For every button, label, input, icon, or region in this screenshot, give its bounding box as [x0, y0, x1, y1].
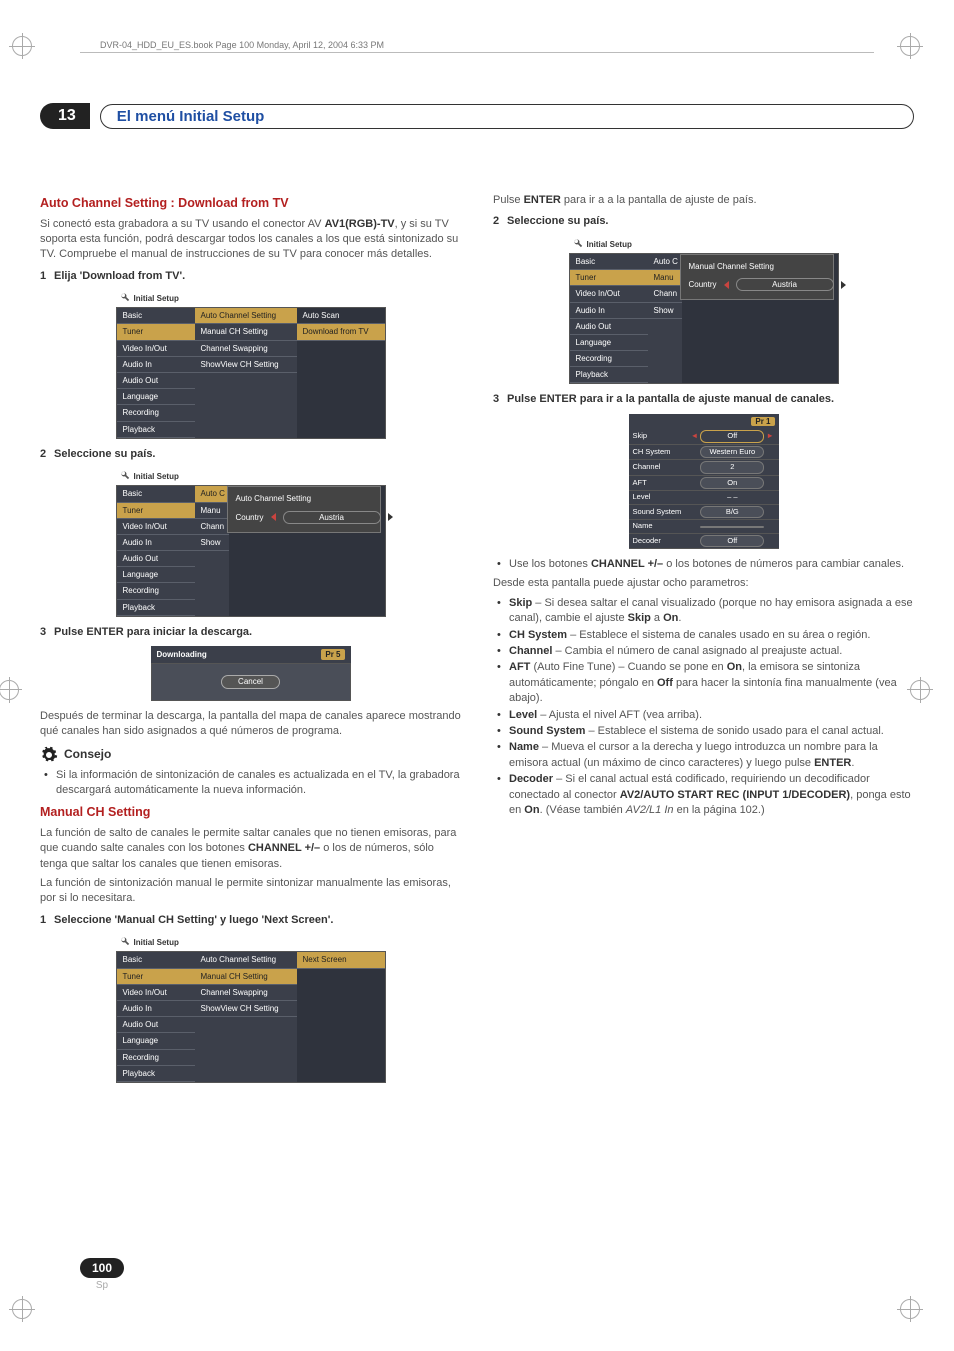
param-name: Name – Mueva el cursor a la derecha y lu…	[497, 740, 914, 771]
manual-ch-p2: La función de sintonización manual le pe…	[40, 876, 461, 907]
wrench-icon	[120, 470, 130, 483]
registration-mark-icon	[906, 676, 934, 704]
wrench-icon	[120, 292, 130, 305]
tip-item: Si la información de sintonización de ca…	[44, 768, 461, 799]
right-step-2: 2Seleccione su país.	[493, 214, 914, 229]
page-badge: 100 Sp	[80, 1258, 124, 1291]
param-level: Level – Ajusta el nivel AFT (vea arriba)…	[497, 708, 914, 723]
tip-row: Consejo	[40, 746, 461, 764]
param-skip: Skip – Si desea saltar el canal visualiz…	[497, 596, 914, 627]
right-intro: Pulse ENTER para ir a a la pantalla de a…	[493, 193, 914, 208]
triangle-left-icon	[724, 281, 729, 289]
osd-country-manual: Initial Setup Basic Tuner Video In/Out A…	[569, 236, 839, 385]
left-column: Auto Channel Setting : Download from TV …	[40, 189, 461, 1091]
gear-icon	[40, 746, 58, 764]
after-download-text: Después de terminar la descarga, la pant…	[40, 709, 461, 740]
cancel-button[interactable]: Cancel	[221, 675, 280, 688]
page-number: 100	[80, 1258, 124, 1278]
osd-country-auto: Initial Setup Basic Tuner Video In/Out A…	[116, 468, 386, 617]
step-3-enter: 3Pulse ENTER para iniciar la descarga.	[40, 625, 461, 640]
osd-download-from-tv: Initial Setup Basic Tuner Video In/Out A…	[116, 290, 386, 439]
heading-manual-ch: Manual CH Setting	[40, 804, 461, 822]
bookline-rule	[80, 52, 874, 53]
wrench-icon	[120, 936, 130, 949]
registration-mark-icon	[896, 1295, 924, 1323]
page-lang: Sp	[80, 1280, 124, 1291]
triangle-right-icon	[388, 513, 393, 521]
triangle-right-icon	[841, 281, 846, 289]
param-aft: AFT (Auto Fine Tune) – Cuando se pone en…	[497, 660, 914, 706]
param-chsystem: CH System – Establece el sistema de cana…	[497, 628, 914, 643]
osd-manual-ch: Initial Setup Basic Tuner Video In/Out A…	[116, 934, 386, 1083]
registration-mark-icon	[0, 676, 23, 704]
auto-channel-intro: Si conectó esta grabadora a su TV usando…	[40, 217, 461, 263]
registration-mark-icon	[896, 32, 924, 60]
param-decoder: Decoder – Si el canal actual está codifi…	[497, 772, 914, 818]
step-2-country: 2Seleccione su país.	[40, 447, 461, 462]
wrench-icon	[573, 238, 583, 251]
manual-step-1: 1Seleccione 'Manual CH Setting' y luego …	[40, 913, 461, 928]
osd-pr1-table: Pr 1 Skip ◄ Off ► CH SystemWestern Euro …	[629, 414, 779, 549]
heading-auto-channel: Auto Channel Setting : Download from TV	[40, 195, 461, 213]
chapter-title: El menú Initial Setup	[100, 104, 914, 129]
eight-params-intro: Desde esta pantalla puede ajustar ocho p…	[493, 576, 914, 591]
chapter-number: 13	[40, 103, 90, 129]
channel-buttons-note: Use los botones CHANNEL +/– o los botone…	[497, 557, 914, 572]
registration-mark-icon	[8, 32, 36, 60]
chapter-bar: 13 El menú Initial Setup	[40, 103, 914, 129]
param-channel: Channel – Cambia el número de canal asig…	[497, 644, 914, 659]
right-step-3: 3Pulse ENTER para ir a la pantalla de aj…	[493, 392, 914, 407]
registration-mark-icon	[8, 1295, 36, 1323]
bookline-text: DVR-04_HDD_EU_ES.book Page 100 Monday, A…	[100, 40, 914, 50]
step-1-download: 1Elija 'Download from TV'.	[40, 269, 461, 284]
manual-ch-p1: La función de salto de canales le permit…	[40, 826, 461, 872]
right-column: Pulse ENTER para ir a a la pantalla de a…	[493, 189, 914, 1091]
osd-downloading: Downloading Pr 5 Cancel	[151, 646, 351, 701]
param-sound-system: Sound System – Establece el sistema de s…	[497, 724, 914, 739]
triangle-left-icon	[271, 513, 276, 521]
